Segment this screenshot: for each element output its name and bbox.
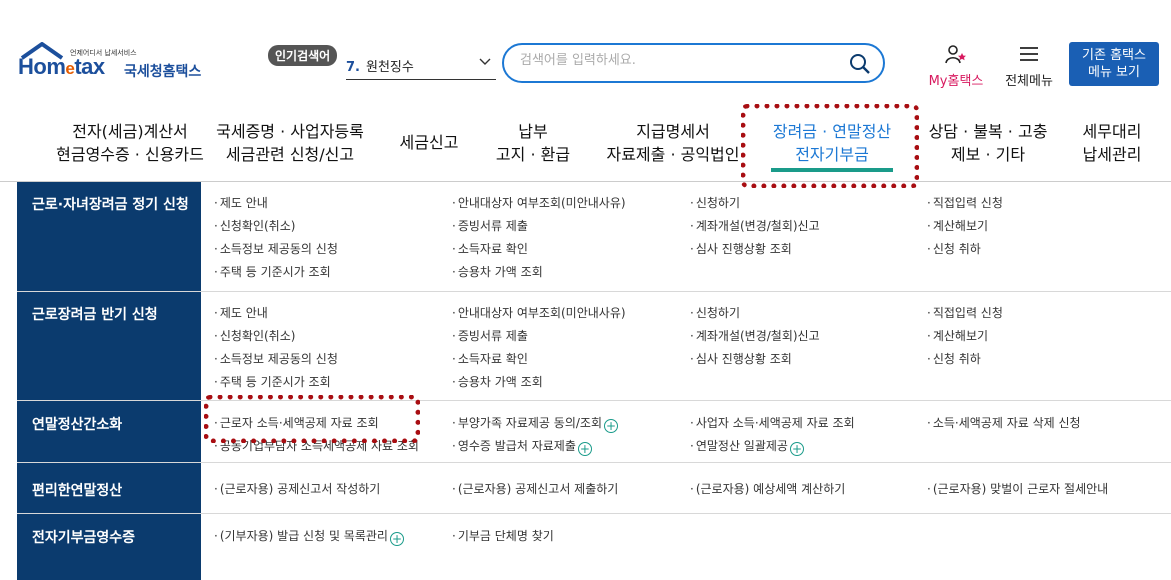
link-item[interactable]: 신청 취하 <box>927 240 981 257</box>
plus-circle-icon: + <box>789 442 804 456</box>
link-item[interactable]: (근로자용) 공제신고서 작성하기 <box>214 480 381 497</box>
section-title-donation-receipt: 전자기부금영수증 <box>32 530 136 546</box>
link-item[interactable]: 신청확인(취소) <box>214 217 296 234</box>
nav-item-tax-return[interactable]: 세금신고 <box>388 131 470 154</box>
myhometax-button[interactable]: My홈택스 <box>925 44 987 89</box>
plus-circle-icon: + <box>577 442 592 456</box>
plus-circle-icon: + <box>389 532 404 546</box>
link-item[interactable]: 신청 취하 <box>927 350 981 367</box>
old-hometax-label-2: 메뉴 보기 <box>1088 65 1140 80</box>
link-item[interactable]: 심사 진행상황 조회 <box>690 240 792 257</box>
link-item[interactable]: 제도 안내 <box>214 194 268 211</box>
plus-circle-icon: + <box>603 419 618 433</box>
link-item[interactable]: 기부금 단체명 찾기 <box>452 527 554 544</box>
link-item[interactable]: 신청확인(취소) <box>214 327 296 344</box>
nav-item-consultation[interactable]: 상담 · 불복 · 고충 제보 · 기타 <box>918 120 1058 166</box>
section-divider <box>17 462 1171 463</box>
link-item[interactable]: 사업자 소득·세액공제 자료 조회 <box>690 414 855 431</box>
link-item[interactable]: 주택 등 기준시가 조회 <box>214 263 331 280</box>
link-item[interactable]: 승용차 가액 조회 <box>452 263 543 280</box>
section-title-column <box>17 182 201 580</box>
link-item[interactable]: 부양가족 자료제공 동의/조회+ <box>452 414 618 433</box>
header: 언제어디서 납세서비스 Hometax 국세청홈택스 인기검색어 7. 원천징수 … <box>0 0 1171 100</box>
popular-search-badge: 인기검색어 <box>268 45 338 66</box>
popular-search-select[interactable]: 7. 원천징수 <box>346 52 496 80</box>
user-star-icon <box>945 45 966 64</box>
search-icon[interactable] <box>849 53 871 75</box>
link-item[interactable]: 계좌개설(변경/철회)신고 <box>690 327 820 344</box>
old-hometax-label-1: 기존 홈택스 <box>1082 48 1146 63</box>
link-item[interactable]: 소득자료 확인 <box>452 350 528 367</box>
link-item[interactable]: 직접입력 신청 <box>927 304 1003 321</box>
all-menu-button[interactable]: 전체메뉴 <box>1000 44 1058 89</box>
chevron-down-icon <box>478 54 492 72</box>
section-title-regular-incentive: 근로·자녀장려금 정기 신청 <box>32 197 189 213</box>
all-menu-label: 전체메뉴 <box>1005 74 1053 89</box>
popular-search-rank: 7. <box>346 60 360 75</box>
link-item[interactable]: 주택 등 기준시가 조회 <box>214 373 331 390</box>
link-item[interactable]: 연말정산 일괄제공+ <box>690 437 804 456</box>
link-item[interactable]: 계좌개설(변경/철회)신고 <box>690 217 820 234</box>
link-item[interactable]: 계산해보기 <box>927 327 988 344</box>
old-hometax-menu-button[interactable]: 기존 홈택스 메뉴 보기 <box>1069 42 1159 86</box>
search-input[interactable] <box>520 53 840 68</box>
link-item[interactable]: 심사 진행상황 조회 <box>690 350 792 367</box>
nav-item-payment[interactable]: 납부 고지 · 환급 <box>488 120 578 166</box>
link-item[interactable]: 증빙서류 제출 <box>452 327 528 344</box>
link-item[interactable]: 증빙서류 제출 <box>452 217 528 234</box>
link-item[interactable]: 소득정보 제공동의 신청 <box>214 350 338 367</box>
logo-wordmark: Hometax <box>18 54 105 79</box>
section-title-half-year-incentive: 근로장려금 반기 신청 <box>32 307 158 323</box>
link-item[interactable]: 소득·세액공제 자료 삭제 신청 <box>927 414 1081 431</box>
section-divider <box>17 291 1171 292</box>
section-title-convenient-yearend: 편리한연말정산 <box>32 483 123 499</box>
section-divider <box>17 400 1171 401</box>
logo-korean-name: 국세청홈택스 <box>124 64 202 80</box>
link-item[interactable]: (근로자용) 공제신고서 제출하기 <box>452 480 619 497</box>
link-item[interactable]: 영수증 발급처 자료제출+ <box>452 437 592 456</box>
link-item[interactable]: (기부자용) 발급 신청 및 목록관리+ <box>214 527 404 546</box>
myhometax-label: My홈택스 <box>928 74 984 89</box>
popular-search-term: 원천징수 <box>365 60 414 75</box>
link-item[interactable]: 제도 안내 <box>214 304 268 321</box>
link-item[interactable]: 안내대상자 여부조회(미안내사유) <box>452 304 626 321</box>
search-bar <box>502 43 885 83</box>
link-item[interactable]: 계산해보기 <box>927 217 988 234</box>
link-item[interactable]: 안내대상자 여부조회(미안내사유) <box>452 194 626 211</box>
section-title-yearend-simplified: 연말정산간소화 <box>32 417 123 433</box>
link-item[interactable]: 소득자료 확인 <box>452 240 528 257</box>
main-nav: 전자(세금)계산서 현금영수증 · 신용카드 국세증명 · 사업자등록 세금관련 신… <box>0 100 1171 182</box>
link-item[interactable]: 직접입력 신청 <box>927 194 1003 211</box>
link-item[interactable]: (근로자용) 맞벌이 근로자 절세안내 <box>927 480 1108 497</box>
nav-item-payment-statement[interactable]: 지급명세서 자료제출 · 공익법인 <box>598 120 748 166</box>
hamburger-menu-icon <box>1020 47 1038 61</box>
link-item[interactable]: 신청하기 <box>690 304 740 321</box>
link-item[interactable]: 소득정보 제공동의 신청 <box>214 240 338 257</box>
section-divider <box>17 513 1171 514</box>
nav-item-e-invoice[interactable]: 전자(세금)계산서 현금영수증 · 신용카드 <box>35 120 225 166</box>
hometax-logo[interactable]: 언제어디서 납세서비스 Hometax 국세청홈택스 <box>18 42 218 90</box>
link-item[interactable]: 승용차 가액 조회 <box>452 373 543 390</box>
link-item[interactable]: (근로자용) 예상세액 계산하기 <box>690 480 845 497</box>
highlight-box-nav <box>741 104 919 188</box>
highlight-box-link <box>204 395 420 443</box>
nav-item-certificates[interactable]: 국세증명 · 사업자등록 세금관련 신청/신고 <box>205 120 375 166</box>
nav-item-tax-agent[interactable]: 세무대리 납세관리 <box>1072 120 1152 166</box>
link-item[interactable]: 신청하기 <box>690 194 740 211</box>
